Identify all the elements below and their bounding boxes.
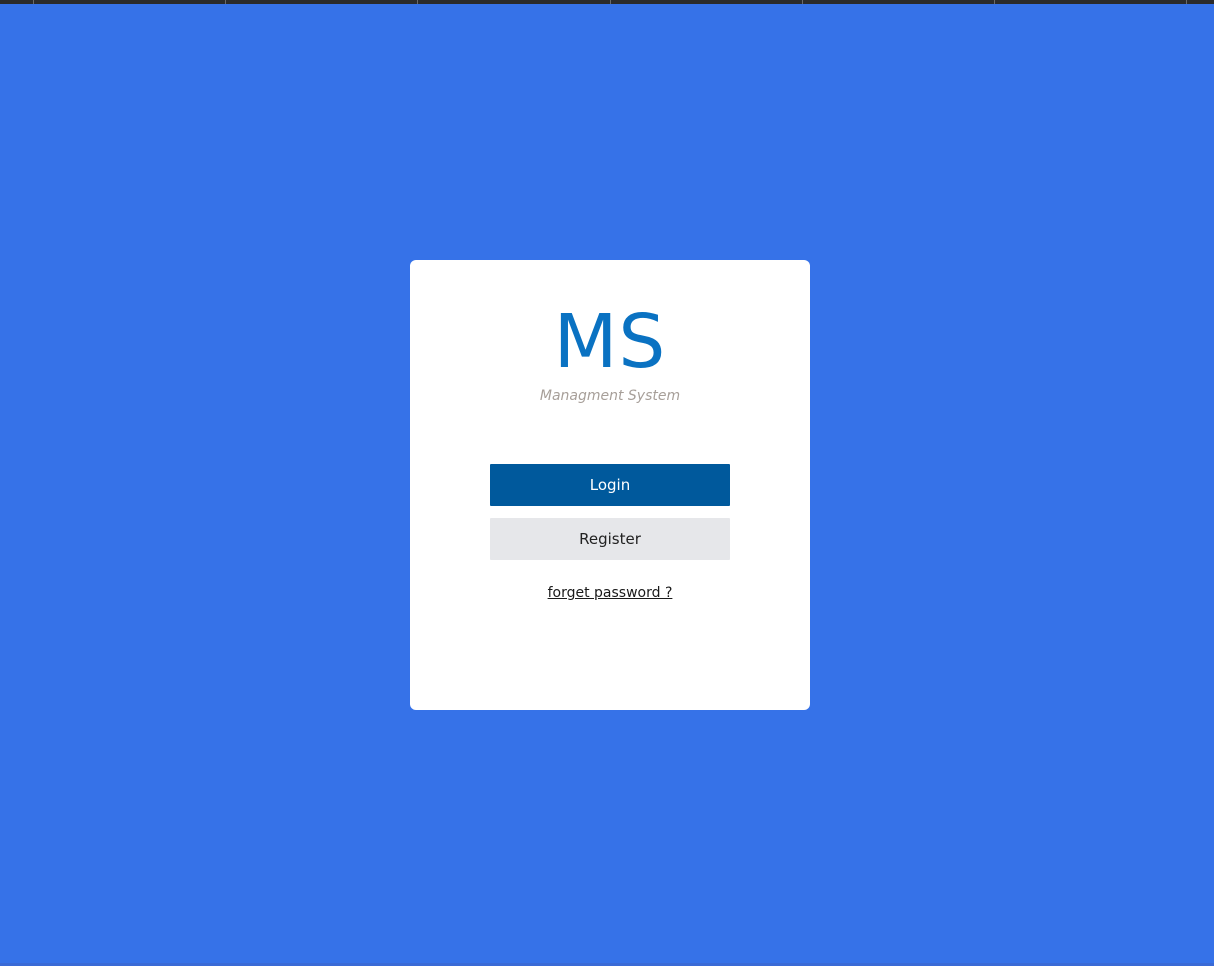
login-button[interactable]: Login <box>490 464 730 506</box>
logo-title: MS <box>553 299 667 385</box>
top-strip-segment <box>0 0 34 4</box>
logo-subtitle: Managment System <box>539 388 681 404</box>
top-strip-segment <box>803 0 995 4</box>
top-strip-segment <box>995 0 1187 4</box>
top-strip-segment <box>418 0 611 4</box>
top-strip-segment <box>226 0 418 4</box>
register-button[interactable]: Register <box>490 518 730 560</box>
top-strip-segment <box>34 0 226 4</box>
top-strip-segment <box>1187 0 1214 4</box>
window-top-strip <box>0 0 1214 4</box>
forgot-password-container: forget password ? <box>410 582 810 604</box>
login-card: MS Managment System Login Register forge… <box>410 260 810 710</box>
forgot-password-link[interactable]: forget password ? <box>548 585 673 601</box>
top-strip-segment <box>611 0 803 4</box>
